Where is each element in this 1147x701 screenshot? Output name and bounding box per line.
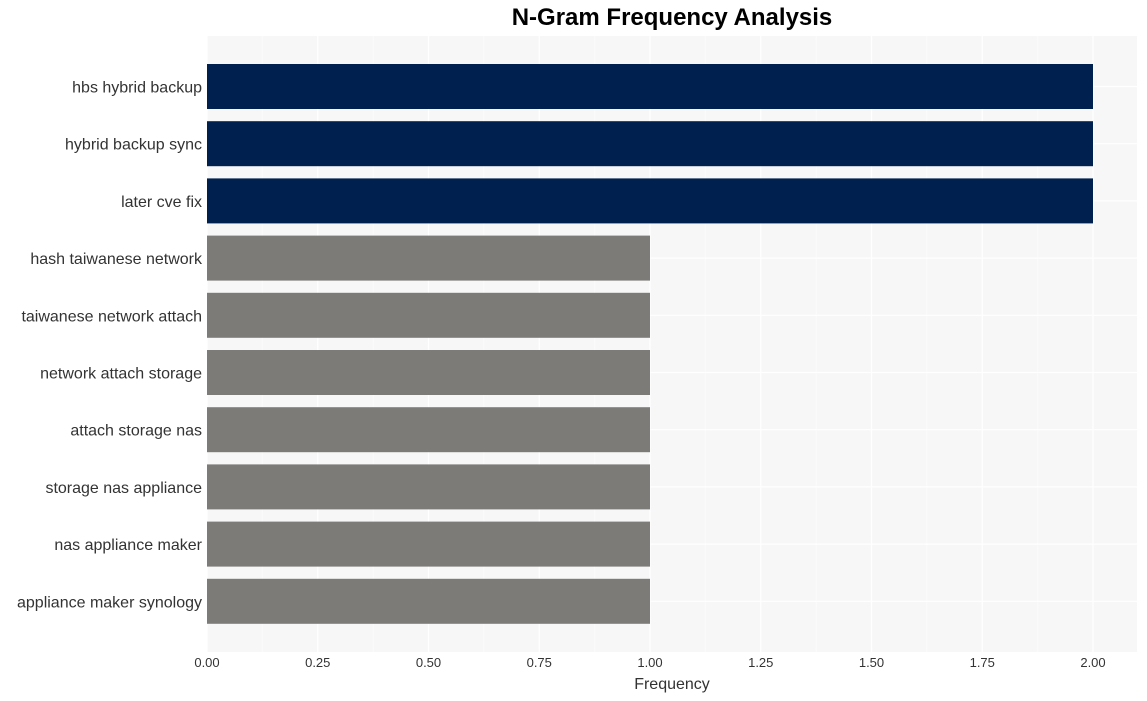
bar <box>207 64 1093 109</box>
x-tick-label: 1.75 <box>970 655 995 670</box>
bar <box>207 464 650 510</box>
x-tick-label: 0.25 <box>305 655 330 670</box>
x-tick-label: 2.00 <box>1080 655 1105 670</box>
y-axis-labels: hbs hybrid backup hybrid backup sync later… <box>17 80 203 612</box>
y-tick-label: later cve fix <box>121 194 202 211</box>
y-tick-label: taiwanese network attach <box>21 308 202 325</box>
bar <box>207 407 650 453</box>
x-tick-label: 1.25 <box>748 655 773 670</box>
y-tick-label: hbs hybrid backup <box>72 80 202 97</box>
x-tick-label: 1.00 <box>637 655 662 670</box>
bar-chart: hbs hybrid backup hybrid backup sync later… <box>17 36 1137 693</box>
x-tick-label: 0.75 <box>527 655 552 670</box>
y-tick-label: hybrid backup sync <box>65 137 202 154</box>
y-tick-label: appliance maker synology <box>17 594 202 611</box>
x-tick-label: 0.00 <box>194 655 219 670</box>
bar <box>207 178 1093 224</box>
y-tick-label: hash taiwanese network <box>30 251 203 268</box>
y-tick-label: network attach storage <box>40 366 202 383</box>
bar <box>207 121 1093 167</box>
bar <box>207 350 650 395</box>
y-tick-label: attach storage nas <box>70 423 202 440</box>
y-tick-label: storage nas appliance <box>45 480 202 497</box>
bar <box>207 578 650 624</box>
bar <box>207 521 650 567</box>
x-tick-label: 0.50 <box>416 655 441 670</box>
x-axis-label: Frequency <box>634 676 710 693</box>
x-tick-label: 1.50 <box>859 655 884 670</box>
bar <box>207 292 650 338</box>
bar <box>207 235 650 281</box>
x-axis-ticks: 0.00 0.25 0.50 0.75 1.00 1.25 1.50 1.75 2.00 <box>194 655 1105 670</box>
y-tick-label: nas appliance maker <box>54 537 202 554</box>
